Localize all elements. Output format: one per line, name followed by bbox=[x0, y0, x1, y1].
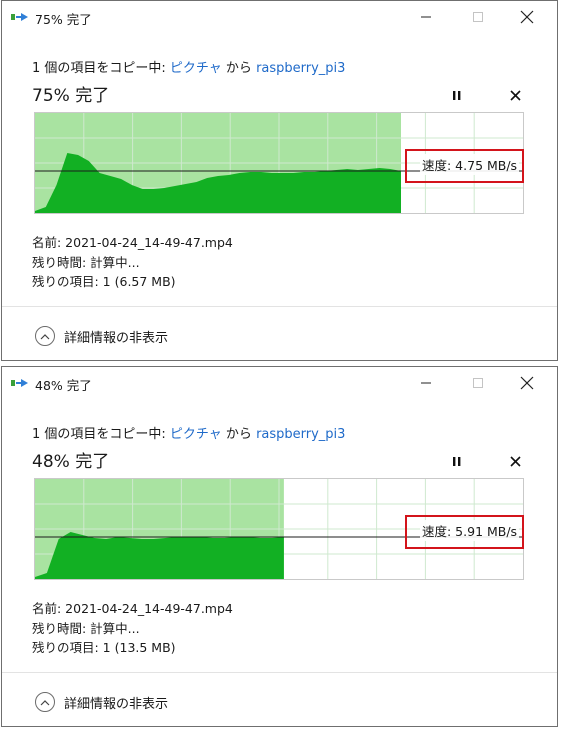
window-title: 48% 完了 bbox=[35, 378, 92, 393]
destination-folder-link[interactable]: raspberry_pi3 bbox=[256, 61, 345, 76]
close-button[interactable] bbox=[504, 367, 550, 399]
file-name: 名前: 2021-04-24_14-49-47.mp4 bbox=[32, 601, 233, 616]
minimize-button[interactable] bbox=[403, 1, 449, 33]
close-button[interactable] bbox=[504, 1, 550, 33]
minimize-icon bbox=[421, 382, 431, 384]
progress-heading: 75% 完了 bbox=[32, 86, 110, 106]
close-icon bbox=[520, 376, 534, 390]
cancel-copy-button[interactable] bbox=[504, 85, 526, 105]
title-bar[interactable]: 75% 完了 bbox=[2, 1, 557, 33]
maximize-button[interactable] bbox=[455, 1, 501, 33]
copy-dialog-1: 75% 完了 1 個の項目をコピー中: ピクチャ から raspberry_pi… bbox=[1, 0, 558, 361]
hide-details-toggle[interactable]: 詳細情報の非表示 bbox=[35, 324, 168, 348]
title-bar[interactable]: 48% 完了 bbox=[2, 367, 557, 399]
minimize-button[interactable] bbox=[403, 367, 449, 399]
hide-details-label: 詳細情報の非表示 bbox=[64, 696, 169, 712]
pause-button[interactable] bbox=[446, 451, 468, 471]
cancel-icon bbox=[509, 89, 521, 101]
time-remaining: 残り時間: 計算中... bbox=[32, 254, 140, 270]
maximize-icon bbox=[473, 378, 483, 388]
hide-details-label: 詳細情報の非表示 bbox=[64, 330, 169, 346]
pause-icon bbox=[453, 456, 461, 466]
details-panel: 名前: 2021-04-24_14-49-47.mp4 残り時間: 計算中...… bbox=[32, 599, 233, 658]
file-name: 名前: 2021-04-24_14-49-47.mp4 bbox=[32, 235, 233, 250]
copy-dialog-2: 48% 完了 1 個の項目をコピー中: ピクチャ から raspberry_pi… bbox=[1, 366, 558, 727]
cancel-copy-button[interactable] bbox=[504, 451, 526, 471]
maximize-icon bbox=[473, 12, 483, 22]
source-connector: から bbox=[221, 61, 257, 76]
collapse-chevron-icon bbox=[35, 692, 55, 712]
copy-source-line: 1 個の項目をコピー中: ピクチャ から raspberry_pi3 bbox=[32, 57, 345, 76]
source-prefix: 1 個の項目をコピー中: bbox=[32, 427, 170, 442]
speed-label: 速度: 5.91 MB/s bbox=[420, 520, 520, 541]
progress-heading: 48% 完了 bbox=[32, 452, 110, 472]
destination-folder-link[interactable]: raspberry_pi3 bbox=[256, 427, 345, 442]
pause-button[interactable] bbox=[446, 85, 468, 105]
hide-details-toggle[interactable]: 詳細情報の非表示 bbox=[35, 690, 168, 714]
pause-icon bbox=[453, 90, 461, 100]
collapse-chevron-icon bbox=[35, 326, 55, 346]
details-panel: 名前: 2021-04-24_14-49-47.mp4 残り時間: 計算中...… bbox=[32, 233, 233, 292]
items-remaining: 残りの項目: 1 (6.57 MB) bbox=[32, 274, 176, 289]
file-copy-icon bbox=[11, 13, 28, 21]
maximize-button[interactable] bbox=[455, 367, 501, 399]
file-copy-icon bbox=[11, 379, 28, 387]
close-icon bbox=[520, 10, 534, 24]
source-folder-link[interactable]: ピクチャ bbox=[170, 61, 222, 76]
divider bbox=[2, 306, 557, 307]
source-connector: から bbox=[221, 427, 257, 442]
source-folder-link[interactable]: ピクチャ bbox=[170, 427, 222, 442]
cancel-icon bbox=[509, 455, 521, 467]
copy-source-line: 1 個の項目をコピー中: ピクチャ から raspberry_pi3 bbox=[32, 423, 345, 442]
speed-history-area bbox=[35, 532, 284, 579]
source-prefix: 1 個の項目をコピー中: bbox=[32, 61, 170, 76]
divider bbox=[2, 672, 557, 673]
window-title: 75% 完了 bbox=[35, 12, 92, 27]
time-remaining: 残り時間: 計算中... bbox=[32, 620, 140, 636]
speed-label: 速度: 4.75 MB/s bbox=[420, 154, 520, 175]
minimize-icon bbox=[421, 16, 431, 18]
items-remaining: 残りの項目: 1 (13.5 MB) bbox=[32, 640, 176, 655]
